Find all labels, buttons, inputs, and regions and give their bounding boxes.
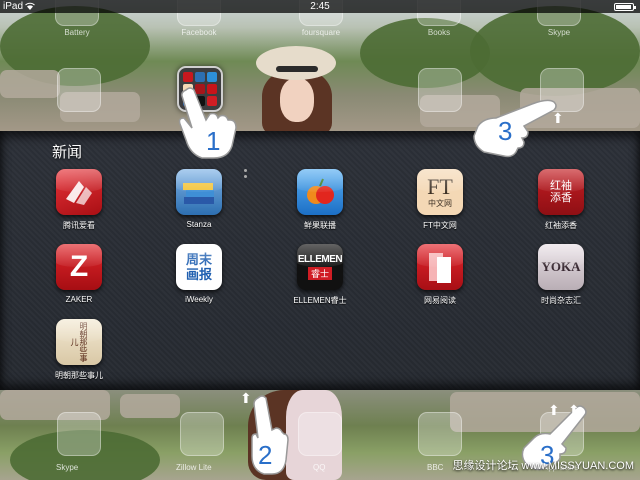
app-stanza[interactable]: Stanza [151, 169, 247, 229]
mingchao-logo: 明朝那些事儿 [56, 319, 102, 365]
app-icon[interactable] [418, 68, 462, 112]
up-arrow-icon: ⬆ [240, 390, 252, 406]
step-number-3: 3 [498, 116, 513, 146]
hongxiu-logo-text: 红袖添香 [550, 179, 572, 204]
ft-icon: FT 中文网 [417, 169, 463, 215]
ft-logo-subtext: 中文网 [428, 198, 452, 208]
hat [256, 46, 336, 80]
tencent-aikan-icon [56, 169, 102, 215]
yoka-icon: YOKA [538, 244, 584, 290]
status-time: 2:45 [310, 1, 330, 12]
battery-icon [614, 3, 636, 11]
iweekly-icon: 周末画报 [176, 244, 222, 290]
app-icon[interactable] [418, 412, 462, 456]
iweekly-logo-text: 周末画报 [185, 252, 212, 282]
app-label: 腾讯爱看 [63, 221, 95, 230]
mini-app-icon [207, 72, 217, 82]
step-number-2: 2 [258, 440, 273, 470]
ellemen-logo-subtext: 睿士 [307, 267, 332, 280]
mingchao-logo-text: 明朝那些事儿 [70, 322, 88, 362]
folder-title[interactable]: 新闻 [52, 141, 82, 162]
dock-label: Zillow Lite [176, 463, 212, 472]
stanza-icon [176, 169, 222, 215]
app-xianguo[interactable]: 鲜果联播 [272, 169, 368, 231]
app-label: 红袖添香 [545, 221, 577, 230]
app-icon[interactable] [57, 412, 101, 456]
page-dot [244, 175, 247, 178]
app-yoka[interactable]: YOKA 时尚杂志汇 [513, 244, 609, 306]
folder-panel: 新闻 腾讯爱看 Stanza 鲜果联播 FT 中文网 FT中文网 红袖添香 红袖… [0, 131, 640, 390]
app-label: iWeekly [185, 295, 213, 304]
app-label: foursquare [301, 28, 341, 37]
dock-label: BBC [427, 463, 444, 472]
book-pages-icon [66, 181, 92, 205]
mini-app-icon [183, 72, 193, 82]
yoka-logo: YOKA [538, 244, 584, 290]
battery-fill [616, 5, 631, 9]
app-label: ELLEMEN睿士 [293, 296, 347, 305]
step-number-1: 1 [206, 126, 221, 156]
hongxiu-logo: 红袖添香 [538, 169, 584, 215]
app-icon[interactable] [57, 68, 101, 112]
app-hongxiu[interactable]: 红袖添香 红袖添香 [513, 169, 609, 231]
app-label: Stanza [186, 220, 212, 229]
yoka-logo-text: YOKA [541, 259, 581, 274]
rock [120, 394, 180, 418]
hat-band [276, 66, 318, 72]
watermark: 思缘设计论坛 www.MISSYUAN.COM [452, 460, 634, 472]
app-tencent-aikan[interactable]: 腾讯爱看 [31, 169, 127, 231]
app-label: ZAKER [65, 295, 93, 304]
app-icon[interactable] [298, 412, 342, 456]
ft-logo: FT 中文网 [417, 169, 463, 215]
mingchao-icon: 明朝那些事儿 [56, 319, 102, 365]
app-label: Facebook [181, 28, 217, 37]
up-arrow-icon: ⬆ [552, 110, 564, 126]
ellemen-logo: ELLEMEN 睿士 [297, 244, 343, 290]
dock-label: Skype [56, 463, 79, 472]
pointing-hand-icon [473, 99, 557, 158]
zaker-logo-text: Z [69, 250, 89, 283]
books-stack-icon [183, 183, 214, 204]
mini-app-icon [195, 72, 205, 82]
girl-face [280, 78, 314, 122]
app-label: Books [427, 28, 451, 37]
app-iweekly[interactable]: 周末画报 iWeekly [151, 244, 247, 304]
ft-logo-text: FT [427, 173, 453, 199]
app-label: 网易阅读 [424, 296, 456, 305]
zaker-icon: Z [56, 244, 102, 290]
rock [0, 70, 60, 98]
pages-icon [429, 253, 451, 283]
ellemen-icon: ELLEMEN 睿士 [297, 244, 343, 290]
app-ellemen[interactable]: ELLEMEN 睿士 ELLEMEN睿士 [272, 244, 368, 306]
app-label: Battery [64, 28, 90, 37]
ellemen-logo-text: ELLEMEN [297, 254, 343, 265]
app-label: 明朝那些事儿 [55, 371, 103, 380]
app-netease-read[interactable]: 网易阅读 [392, 244, 488, 306]
app-zaker[interactable]: Z ZAKER [31, 244, 127, 304]
app-ft[interactable]: FT 中文网 FT中文网 [392, 169, 488, 231]
app-label: 鲜果联播 [304, 221, 336, 230]
up-arrow-icon: ⬆ [548, 402, 560, 418]
page-dot [244, 169, 247, 172]
fruit-icon [307, 178, 334, 204]
zaker-logo: Z [56, 244, 102, 290]
dock-label: QQ [313, 463, 326, 472]
app-label: Skype [547, 28, 571, 37]
xianguo-icon [297, 169, 343, 215]
hongxiu-icon: 红袖添香 [538, 169, 584, 215]
app-label: FT中文网 [423, 221, 457, 230]
netease-read-icon [417, 244, 463, 290]
app-label: 时尚杂志汇 [541, 296, 581, 305]
status-bar: iPad 2:45 [0, 0, 640, 13]
up-arrow-icon: ⬆ [568, 402, 580, 418]
app-icon[interactable] [180, 412, 224, 456]
iweekly-logo: 周末画报 [176, 244, 222, 290]
app-mingchao[interactable]: 明朝那些事儿 明朝那些事儿 [31, 319, 127, 381]
